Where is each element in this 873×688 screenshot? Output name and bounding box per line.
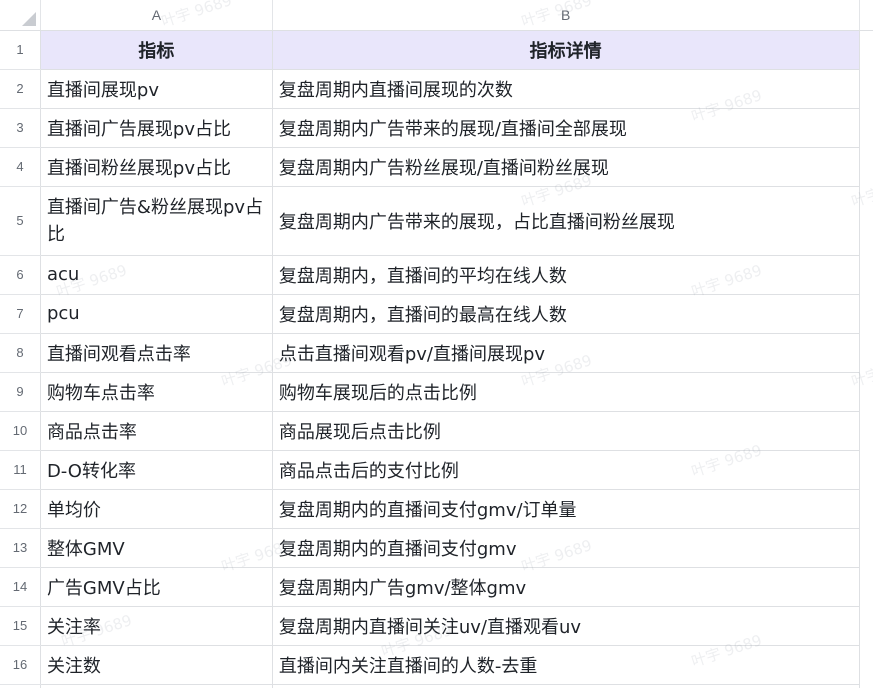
cell-metric-detail[interactable]: 直播间内关注直播间的人数-去重 — [272, 645, 860, 685]
cell-metric[interactable]: 直播间广告展现pv占比 — [40, 108, 273, 148]
empty-cell — [859, 186, 873, 255]
table-row: 8 直播间观看点击率 点击直播间观看pv/直播间展现pv — [0, 333, 873, 373]
cell-metric-detail[interactable]: 复盘周期内广告带来的展现，占比直播间粉丝展现 — [272, 186, 860, 256]
empty-cell — [859, 606, 873, 645]
cell-metric-detail[interactable]: 复盘周期内广告粉丝展现/直播间粉丝展现 — [272, 147, 860, 187]
cell-metric[interactable]: D-O转化率 — [40, 450, 273, 490]
row-number[interactable]: 3 — [0, 108, 41, 148]
cell-metric[interactable]: 购物车点击率 — [40, 372, 273, 412]
table-row: 16 关注数 直播间内关注直播间的人数-去重 — [0, 645, 873, 685]
cell-metric[interactable]: acu — [40, 255, 273, 295]
column-header-b[interactable]: B — [272, 0, 860, 31]
row-number[interactable]: 15 — [0, 606, 41, 646]
cell-metric[interactable]: 关注率 — [40, 606, 273, 646]
row-number[interactable]: 8 — [0, 333, 41, 373]
empty-cell — [859, 69, 873, 108]
cell-metric-detail[interactable]: 复盘周期内，直播间的最高在线人数 — [272, 294, 860, 334]
empty-cell[interactable] — [272, 684, 860, 688]
table-row-header: 1 指标 指标详情 — [0, 30, 873, 70]
row-number[interactable]: 6 — [0, 255, 41, 295]
row-number[interactable]: 12 — [0, 489, 41, 529]
table-row: 11 D-O转化率 商品点击后的支付比例 — [0, 450, 873, 490]
table-row: 2 直播间展现pv 复盘周期内直播间展现的次数 — [0, 69, 873, 109]
cell-metric[interactable]: 直播间展现pv — [40, 69, 273, 109]
table-row: 4 直播间粉丝展现pv占比 复盘周期内广告粉丝展现/直播间粉丝展现 — [0, 147, 873, 187]
empty-cell — [859, 147, 873, 186]
table-row: 3 直播间广告展现pv占比 复盘周期内广告带来的展现/直播间全部展现 — [0, 108, 873, 148]
cell-metric[interactable]: pcu — [40, 294, 273, 334]
table-row: 9 购物车点击率 购物车展现后的点击比例 — [0, 372, 873, 412]
empty-cell — [859, 294, 873, 333]
table-row: 7 pcu 复盘周期内，直播间的最高在线人数 — [0, 294, 873, 334]
cell-metric-detail[interactable]: 复盘周期内直播间关注uv/直播观看uv — [272, 606, 860, 646]
cell-metric-detail[interactable]: 购物车展现后的点击比例 — [272, 372, 860, 412]
row-number[interactable]: 16 — [0, 645, 41, 685]
table-row: 14 广告GMV占比 复盘周期内广告gmv/整体gmv — [0, 567, 873, 607]
row-number[interactable]: 2 — [0, 69, 41, 109]
cell-metric[interactable]: 商品点击率 — [40, 411, 273, 451]
cell-metric-detail[interactable]: 商品点击后的支付比例 — [272, 450, 860, 490]
row-number[interactable]: 13 — [0, 528, 41, 568]
empty-cell — [859, 528, 873, 567]
cell-metric[interactable]: 单均价 — [40, 489, 273, 529]
cell-metric[interactable]: 直播间观看点击率 — [40, 333, 273, 373]
cell-metric-detail[interactable]: 复盘周期内广告gmv/整体gmv — [272, 567, 860, 607]
empty-cell — [859, 411, 873, 450]
row-number[interactable]: 10 — [0, 411, 41, 451]
table-row-partial — [0, 684, 873, 688]
row-number[interactable]: 9 — [0, 372, 41, 412]
cell-metric-detail[interactable]: 复盘周期内的直播间支付gmv/订单量 — [272, 489, 860, 529]
cell-metric-detail[interactable]: 点击直播间观看pv/直播间展现pv — [272, 333, 860, 373]
empty-cell[interactable] — [40, 684, 273, 688]
table-row: 10 商品点击率 商品展现后点击比例 — [0, 411, 873, 451]
cell-metric-detail[interactable]: 商品展现后点击比例 — [272, 411, 860, 451]
table-row: 5 直播间广告&粉丝展现pv占比 复盘周期内广告带来的展现，占比直播间粉丝展现 — [0, 186, 873, 256]
empty-cell — [859, 255, 873, 294]
row-number[interactable]: 5 — [0, 186, 41, 256]
empty-cell — [859, 684, 873, 688]
cell-metric-detail[interactable]: 复盘周期内的直播间支付gmv — [272, 528, 860, 568]
cell-metric[interactable]: 整体GMV — [40, 528, 273, 568]
empty-cell — [859, 567, 873, 606]
column-header-a[interactable]: A — [40, 0, 273, 31]
empty-cell — [859, 333, 873, 372]
empty-cell — [859, 30, 873, 69]
table-row: 6 acu 复盘周期内，直播间的平均在线人数 — [0, 255, 873, 295]
cell-metric[interactable]: 直播间粉丝展现pv占比 — [40, 147, 273, 187]
table-row: 13 整体GMV 复盘周期内的直播间支付gmv — [0, 528, 873, 568]
select-all-triangle-icon — [21, 11, 36, 26]
header-cell-metric-detail[interactable]: 指标详情 — [272, 30, 860, 70]
row-number[interactable]: 4 — [0, 147, 41, 187]
cell-metric-detail[interactable]: 复盘周期内直播间展现的次数 — [272, 69, 860, 109]
empty-cell — [859, 450, 873, 489]
spreadsheet: A B 1 指标 指标详情 2 直播间展现pv 复盘周期内直播间展现的次数 3 直播间广… — [0, 0, 873, 688]
empty-cell[interactable] — [0, 684, 41, 688]
sheet-grid: A B 1 指标 指标详情 2 直播间展现pv 复盘周期内直播间展现的次数 3 直播间广… — [0, 0, 873, 688]
column-header-row: A B — [0, 0, 873, 31]
cell-metric[interactable]: 直播间广告&粉丝展现pv占比 — [40, 186, 273, 256]
column-header-empty — [859, 0, 873, 31]
row-number[interactable]: 14 — [0, 567, 41, 607]
cell-metric[interactable]: 广告GMV占比 — [40, 567, 273, 607]
table-row: 12 单均价 复盘周期内的直播间支付gmv/订单量 — [0, 489, 873, 529]
row-number[interactable]: 7 — [0, 294, 41, 334]
empty-cell — [859, 645, 873, 684]
cell-metric-detail[interactable]: 复盘周期内广告带来的展现/直播间全部展现 — [272, 108, 860, 148]
header-cell-metric[interactable]: 指标 — [40, 30, 273, 70]
cell-metric-detail[interactable]: 复盘周期内，直播间的平均在线人数 — [272, 255, 860, 295]
row-number[interactable]: 1 — [0, 30, 41, 70]
cell-metric[interactable]: 关注数 — [40, 645, 273, 685]
empty-cell — [859, 372, 873, 411]
empty-cell — [859, 108, 873, 147]
empty-cell — [859, 489, 873, 528]
table-row: 15 关注率 复盘周期内直播间关注uv/直播观看uv — [0, 606, 873, 646]
row-number[interactable]: 11 — [0, 450, 41, 490]
select-all-corner[interactable] — [0, 0, 41, 31]
